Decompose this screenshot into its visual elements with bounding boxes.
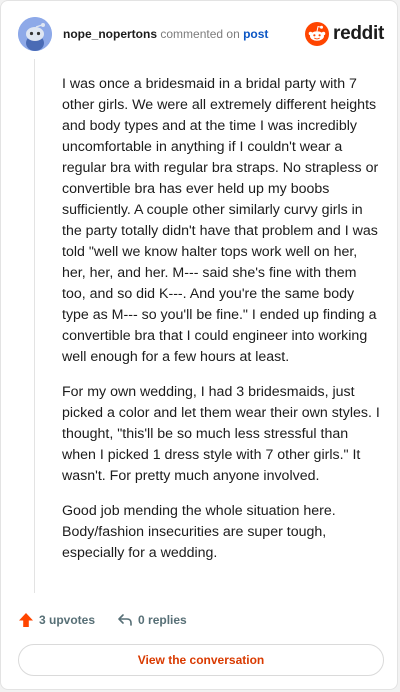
comment-paragraph: Good job mending the whole situation her…	[62, 503, 336, 561]
post-link[interactable]: post	[243, 27, 268, 41]
upvote-button[interactable]: 3 upvotes	[18, 612, 95, 628]
comment-body: I was once a bridesmaid in a bridal part…	[62, 74, 382, 578]
reply-button[interactable]: 0 replies	[117, 612, 187, 628]
comment-paragraph: I was once a bridesmaid in a bridal part…	[62, 76, 379, 365]
comment-header: nope_nopertons commented on post reddit	[18, 17, 384, 51]
comment-paragraph: For my own wedding, I had 3 bridesmaids,…	[62, 384, 380, 484]
commented-on-text: commented on	[160, 27, 240, 41]
reply-count: 0 replies	[138, 613, 187, 627]
upvote-count: 3 upvotes	[39, 613, 96, 627]
snoo-avatar-icon	[18, 17, 52, 51]
comment-embed-card: nope_nopertons commented on post reddit …	[0, 0, 398, 690]
user-avatar[interactable]	[18, 17, 52, 51]
reddit-logo[interactable]: reddit	[305, 22, 384, 46]
upvote-arrow-icon	[19, 613, 33, 627]
username-link[interactable]: nope_nopertons	[63, 27, 157, 41]
reply-arrow-icon	[118, 614, 132, 626]
reddit-wordmark: reddit	[333, 23, 384, 44]
reddit-snoo-icon	[305, 22, 330, 46]
comment-actions: 3 upvotes 0 replies	[18, 610, 187, 630]
thread-line	[34, 59, 35, 593]
view-conversation-button[interactable]: View the conversation	[18, 644, 384, 676]
comment-attribution: nope_nopertons commented on post	[63, 26, 268, 42]
